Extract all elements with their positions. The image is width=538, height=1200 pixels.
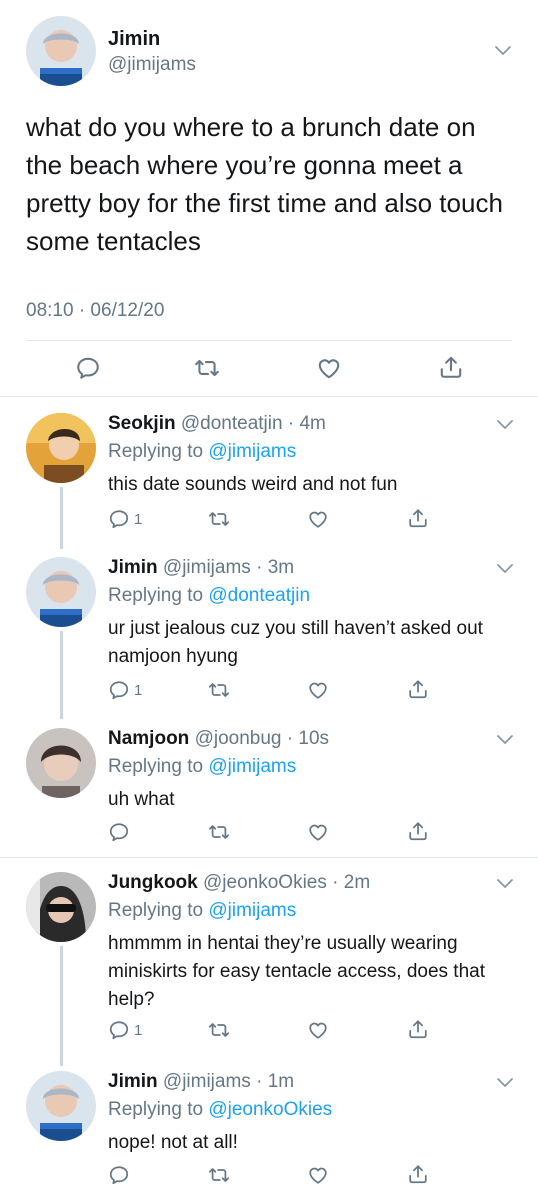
author-handle[interactable]: @joonbug bbox=[195, 728, 282, 749]
replying-to: Replying to @donteatjin bbox=[108, 585, 310, 607]
tweet-timestamp: 08:10 · 06/12/20 bbox=[26, 300, 165, 321]
reply-count: 1 bbox=[134, 1021, 143, 1039]
reply-text: ur just jealous cuz you still haven’t as… bbox=[108, 618, 483, 667]
reply-tweet: Jimin @jimijams · 1m Replying to @jeonko… bbox=[0, 1071, 538, 1200]
retweet-icon[interactable] bbox=[208, 821, 230, 843]
avatar[interactable] bbox=[26, 728, 96, 798]
retweet-icon[interactable] bbox=[194, 355, 220, 381]
reply-button[interactable]: 1 bbox=[108, 508, 142, 530]
avatar[interactable] bbox=[26, 1071, 96, 1141]
avatar[interactable] bbox=[26, 872, 96, 942]
divider bbox=[0, 857, 538, 858]
reply-tweet: Seokjin @donteatjin · 4m Replying to @ji… bbox=[0, 413, 538, 543]
reply-tweet: Jimin @jimijams · 3m Replying to @dontea… bbox=[0, 557, 538, 707]
replying-label: Replying to bbox=[108, 441, 204, 462]
like-icon[interactable] bbox=[307, 1019, 329, 1041]
like-icon[interactable] bbox=[307, 679, 329, 701]
mention-link[interactable]: @jimijams bbox=[208, 441, 296, 462]
reply-text: nope! not at all! bbox=[108, 1132, 238, 1153]
replying-label: Replying to bbox=[108, 585, 204, 606]
retweet-icon[interactable] bbox=[208, 1164, 230, 1186]
like-icon[interactable] bbox=[316, 355, 342, 381]
reply-count: 1 bbox=[134, 510, 143, 528]
reply-count: 1 bbox=[134, 681, 143, 699]
retweet-icon[interactable] bbox=[208, 679, 230, 701]
reply-text: this date sounds weird and not fun bbox=[108, 474, 398, 495]
chevron-down-icon[interactable] bbox=[496, 563, 514, 575]
reply-icon[interactable] bbox=[108, 1164, 130, 1186]
tweet-text: what do you where to a brunch date on th… bbox=[26, 112, 503, 256]
reply-time: · 1m bbox=[256, 1071, 295, 1092]
retweet-icon[interactable] bbox=[208, 508, 230, 530]
author-name[interactable]: Jungkook bbox=[108, 872, 198, 893]
reply-header: Jimin @jimijams · 3m bbox=[108, 557, 294, 579]
avatar[interactable] bbox=[26, 16, 96, 86]
chevron-down-icon[interactable] bbox=[494, 45, 512, 57]
like-icon[interactable] bbox=[307, 821, 329, 843]
author-name[interactable]: Jimin bbox=[108, 28, 160, 51]
replying-label: Replying to bbox=[108, 900, 204, 921]
reply-header: Namjoon @joonbug · 10s bbox=[108, 728, 329, 750]
main-tweet: Jimin @jimijams what do you where to a b… bbox=[0, 0, 538, 396]
chevron-down-icon[interactable] bbox=[496, 419, 514, 431]
avatar[interactable] bbox=[26, 557, 96, 627]
chevron-down-icon[interactable] bbox=[496, 734, 514, 746]
author-handle[interactable]: @jimijams bbox=[163, 557, 251, 578]
reply-button[interactable]: 1 bbox=[108, 1019, 142, 1041]
reply-header: Jungkook @jeonkoOkies · 2m bbox=[108, 872, 370, 894]
tweet-actions bbox=[0, 349, 538, 385]
reply-time: · 10s bbox=[286, 728, 330, 749]
thread-line bbox=[60, 631, 63, 719]
thread-line bbox=[60, 946, 63, 1066]
author-name[interactable]: Namjoon bbox=[108, 728, 189, 749]
reply-time: · 3m bbox=[256, 557, 295, 578]
reply-icon[interactable] bbox=[75, 355, 101, 381]
author-name[interactable]: Jimin bbox=[108, 1071, 158, 1092]
mention-link[interactable]: @donteatjin bbox=[208, 585, 310, 606]
share-icon[interactable] bbox=[407, 1163, 429, 1185]
share-icon[interactable] bbox=[438, 354, 464, 380]
share-icon[interactable] bbox=[407, 678, 429, 700]
avatar[interactable] bbox=[26, 413, 96, 483]
author-name[interactable]: Jimin bbox=[108, 557, 158, 578]
share-icon[interactable] bbox=[407, 820, 429, 842]
replying-label: Replying to bbox=[108, 756, 204, 777]
replying-to: Replying to @jimijams bbox=[108, 441, 296, 463]
author-handle[interactable]: @donteatjin bbox=[181, 413, 283, 434]
retweet-icon[interactable] bbox=[208, 1019, 230, 1041]
reply-header: Jimin @jimijams · 1m bbox=[108, 1071, 294, 1093]
reply-tweet: Namjoon @joonbug · 10s Replying to @jimi… bbox=[0, 728, 538, 848]
share-icon[interactable] bbox=[407, 507, 429, 529]
thread-line bbox=[60, 487, 63, 549]
reply-tweet: Jungkook @jeonkoOkies · 2m Replying to @… bbox=[0, 872, 538, 1052]
mention-link[interactable]: @jimijams bbox=[208, 756, 296, 777]
share-icon[interactable] bbox=[407, 1018, 429, 1040]
reply-text: hmmmm in hentai they’re usually wearing … bbox=[108, 933, 485, 1010]
reply-time: · 4m bbox=[287, 413, 326, 434]
reply-time: · 2m bbox=[332, 872, 371, 893]
replying-to: Replying to @jimijams bbox=[108, 756, 296, 778]
mention-link[interactable]: @jimijams bbox=[208, 900, 296, 921]
reply-button[interactable]: 1 bbox=[108, 679, 142, 701]
divider bbox=[0, 396, 538, 397]
chevron-down-icon[interactable] bbox=[496, 1077, 514, 1089]
replying-to: Replying to @jeonkoOkies bbox=[108, 1099, 332, 1121]
reply-header: Seokjin @donteatjin · 4m bbox=[108, 413, 326, 435]
reply-text: uh what bbox=[108, 789, 175, 810]
author-handle[interactable]: @jimijams bbox=[163, 1071, 251, 1092]
like-icon[interactable] bbox=[307, 1164, 329, 1186]
reply-icon[interactable] bbox=[108, 821, 130, 843]
divider bbox=[26, 340, 512, 341]
like-icon[interactable] bbox=[307, 508, 329, 530]
replying-label: Replying to bbox=[108, 1099, 204, 1120]
author-handle[interactable]: @jeonkoOkies bbox=[203, 872, 327, 893]
author-handle[interactable]: @jimijams bbox=[108, 54, 196, 76]
author-name[interactable]: Seokjin bbox=[108, 413, 176, 434]
mention-link[interactable]: @jeonkoOkies bbox=[208, 1099, 332, 1120]
replying-to: Replying to @jimijams bbox=[108, 900, 296, 922]
chevron-down-icon[interactable] bbox=[496, 878, 514, 890]
